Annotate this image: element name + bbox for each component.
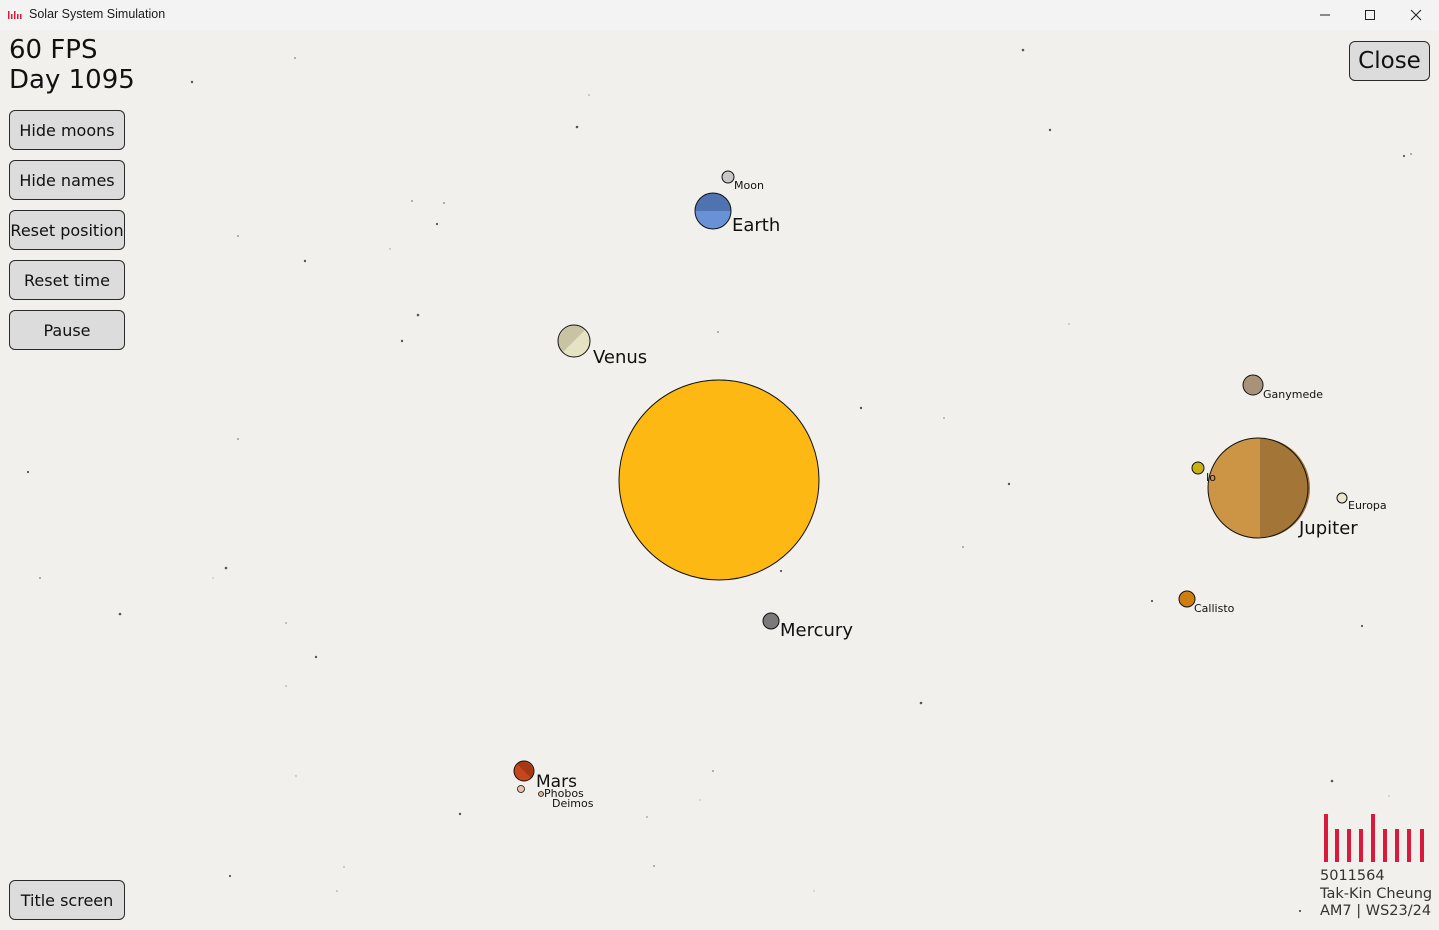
star xyxy=(285,622,287,624)
course-label: AM7 | WS23/24 xyxy=(1320,903,1432,919)
star xyxy=(411,200,413,202)
star xyxy=(813,890,815,892)
moon-io[interactable] xyxy=(1191,461,1205,475)
pause-button[interactable]: Pause xyxy=(9,310,125,350)
star xyxy=(212,577,214,579)
star xyxy=(1150,599,1154,603)
close-icon xyxy=(1410,9,1422,21)
moon-label-deimos: Deimos xyxy=(552,797,594,810)
star xyxy=(303,259,307,263)
star xyxy=(295,775,297,777)
moon-label-io: Io xyxy=(1206,471,1216,484)
moon-label-ganymede: Ganymede xyxy=(1263,388,1323,401)
planet-label-jupiter: Jupiter xyxy=(1298,518,1358,539)
moon-phobos[interactable] xyxy=(517,785,525,793)
student-id: 5011564 xyxy=(1320,868,1385,884)
star xyxy=(237,235,239,237)
star xyxy=(314,655,318,659)
planet-label-venus: Venus xyxy=(593,347,647,368)
moon-callisto[interactable] xyxy=(1178,590,1196,608)
window-title: Solar System Simulation xyxy=(29,7,166,21)
star xyxy=(118,612,122,616)
close-simulation-button[interactable]: Close xyxy=(1349,41,1430,81)
star xyxy=(435,222,439,226)
reset-position-button[interactable]: Reset position xyxy=(9,210,125,250)
star xyxy=(1402,154,1406,158)
fps-counter: 60 FPS xyxy=(9,35,98,65)
star xyxy=(458,812,462,816)
moon-earth-moon[interactable] xyxy=(721,170,735,184)
moon-ganymede[interactable] xyxy=(1242,374,1264,396)
star xyxy=(1021,48,1025,52)
star xyxy=(389,248,391,250)
star xyxy=(919,701,923,705)
university-logo xyxy=(1324,814,1424,862)
star xyxy=(400,339,404,343)
window-close-button[interactable] xyxy=(1393,0,1439,30)
moon-label-moon: Moon xyxy=(734,179,764,192)
star xyxy=(1388,795,1390,797)
star xyxy=(39,577,41,579)
star xyxy=(575,125,579,129)
author-name: Tak-Kin Cheung xyxy=(1320,885,1433,902)
star xyxy=(1410,153,1412,155)
star xyxy=(416,313,420,317)
star xyxy=(336,890,338,892)
planet-mercury[interactable] xyxy=(762,612,780,630)
simulation-canvas[interactable]: Earth Moon Venus Mercury Mars Phobos Dei… xyxy=(0,30,1439,930)
maximize-icon xyxy=(1365,10,1375,20)
star xyxy=(1360,624,1364,628)
star xyxy=(1330,779,1334,783)
moon-label-callisto: Callisto xyxy=(1194,602,1235,615)
star xyxy=(717,331,719,333)
hide-names-button[interactable]: Hide names xyxy=(9,160,125,200)
app-logo-icon xyxy=(8,11,22,19)
day-counter: Day 1095 xyxy=(9,65,135,95)
moon-europa[interactable] xyxy=(1336,492,1348,504)
reset-time-button[interactable]: Reset time xyxy=(9,260,125,300)
star xyxy=(646,816,648,818)
maximize-button[interactable] xyxy=(1347,0,1393,30)
credits: 5011564 Tak-Kin Cheung AM7 | WS23/24 xyxy=(1320,868,1432,921)
moon-label-europa: Europa xyxy=(1348,499,1387,512)
star xyxy=(224,566,228,570)
planet-mars[interactable] xyxy=(513,760,535,782)
planet-venus[interactable] xyxy=(557,324,591,358)
sun[interactable] xyxy=(618,379,820,581)
star xyxy=(1007,482,1011,486)
star xyxy=(294,57,296,59)
star xyxy=(26,470,30,474)
star xyxy=(1298,909,1302,913)
star xyxy=(699,799,701,801)
star xyxy=(190,80,194,84)
star xyxy=(859,406,863,410)
star xyxy=(443,202,445,204)
star xyxy=(1048,128,1052,132)
star xyxy=(228,874,232,878)
planet-label-mercury: Mercury xyxy=(780,620,853,641)
star xyxy=(712,770,714,772)
title-screen-button[interactable]: Title screen xyxy=(9,880,125,920)
star xyxy=(943,417,945,419)
planet-label-earth: Earth xyxy=(732,215,780,236)
star xyxy=(779,569,783,573)
star xyxy=(285,685,287,687)
minimize-button[interactable] xyxy=(1302,0,1348,30)
star xyxy=(653,865,655,867)
star xyxy=(343,866,345,868)
planet-earth[interactable] xyxy=(694,192,732,230)
star xyxy=(1068,323,1070,325)
moon-deimos[interactable] xyxy=(538,791,544,797)
hide-moons-button[interactable]: Hide moons xyxy=(9,110,125,150)
planet-jupiter[interactable] xyxy=(1207,437,1310,539)
minimize-icon xyxy=(1320,14,1330,16)
window-titlebar: Solar System Simulation xyxy=(0,0,1439,30)
star xyxy=(237,438,239,440)
star xyxy=(588,94,590,96)
star xyxy=(962,546,964,548)
